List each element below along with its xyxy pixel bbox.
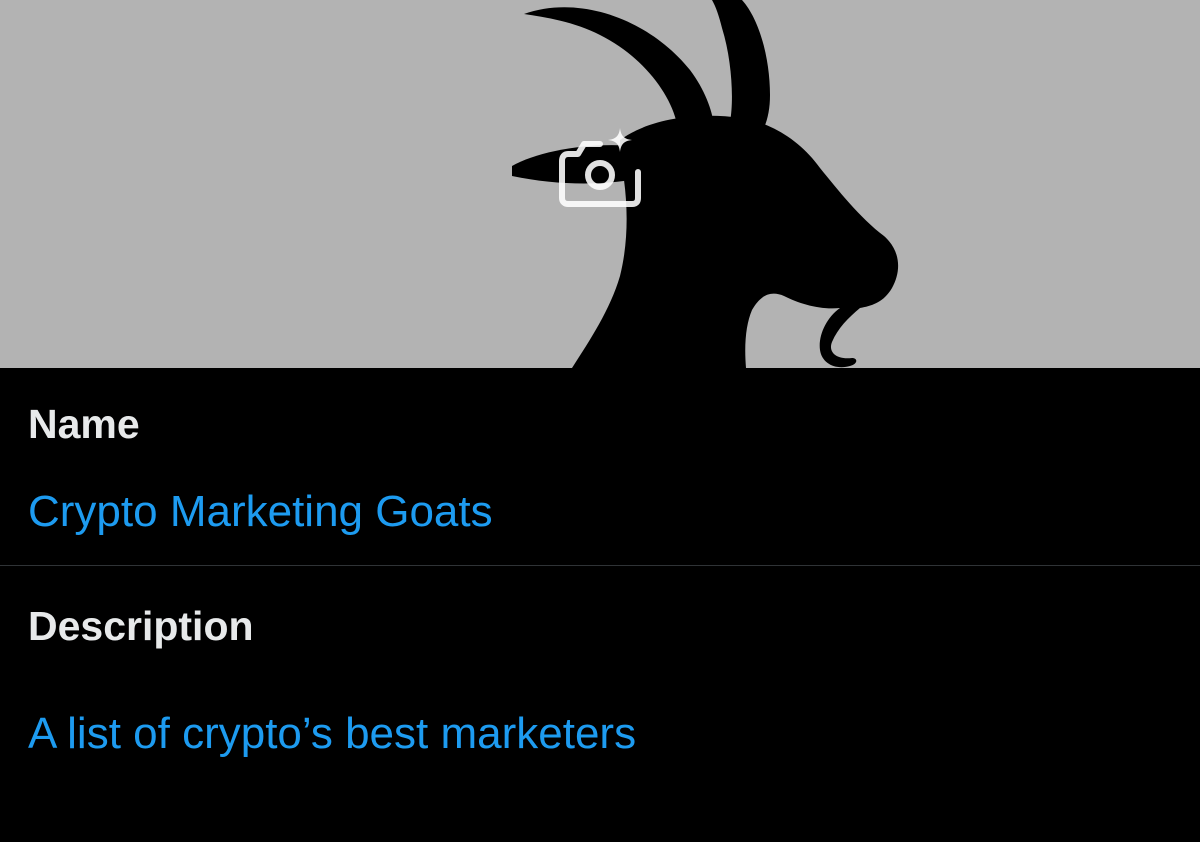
description-input[interactable]: A list of crypto’s best marketers xyxy=(28,708,636,760)
list-banner-image[interactable] xyxy=(0,0,1200,368)
camera-plus-icon xyxy=(559,128,641,207)
edit-list-page: Name Crypto Marketing Goats Description … xyxy=(0,0,1200,842)
change-banner-photo-button[interactable] xyxy=(556,124,644,210)
name-field[interactable]: Name Crypto Marketing Goats xyxy=(0,368,1200,566)
name-field-label: Name xyxy=(28,401,140,447)
description-field-label: Description xyxy=(28,603,254,649)
list-edit-form: Name Crypto Marketing Goats Description … xyxy=(0,368,1200,758)
name-input[interactable]: Crypto Marketing Goats xyxy=(28,486,493,538)
